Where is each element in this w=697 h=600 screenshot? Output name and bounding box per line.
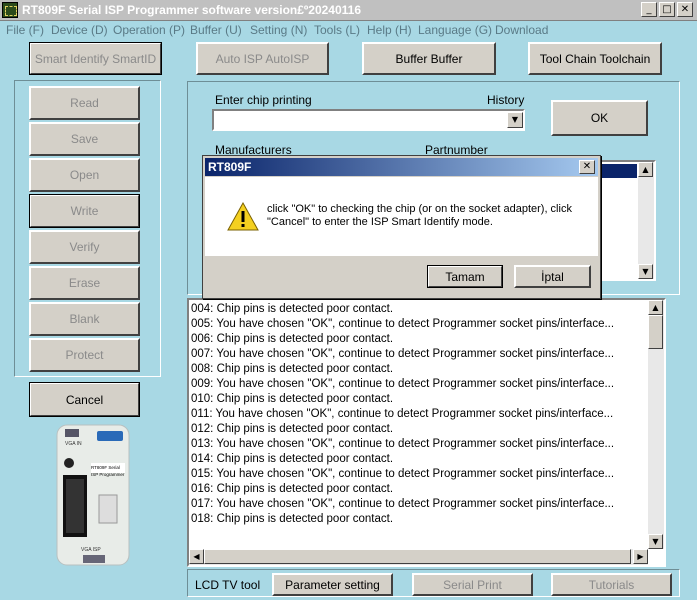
scroll-right-icon[interactable]: ▶ <box>633 549 648 564</box>
history-label: History <box>487 93 525 107</box>
log-line: 009: You have chosen "OK", continue to d… <box>191 378 615 390</box>
log-line: 010: Chip pins is detected poor contact. <box>191 393 394 405</box>
log-output[interactable]: 004: Chip pins is detected poor contact.… <box>187 298 666 567</box>
protect-button[interactable]: Protect <box>29 338 140 372</box>
verify-button[interactable]: Verify <box>29 230 140 264</box>
menu-file[interactable]: File (F) <box>6 23 44 37</box>
dialog-ok-button[interactable]: Tamam <box>427 265 503 288</box>
title-bar: RT809F Serial ISP Programmer software ve… <box>0 0 697 21</box>
scroll-down-icon[interactable]: ▼ <box>648 534 663 549</box>
scroll-up-icon[interactable]: ▲ <box>648 300 663 315</box>
menu-help[interactable]: Help (H) <box>367 23 412 37</box>
lcd-tv-tool-label: LCD TV tool <box>195 578 261 592</box>
log-vertical-scrollbar[interactable]: ▲ ▼ <box>648 300 664 549</box>
log-line: 008: Chip pins is detected poor contact. <box>191 363 394 375</box>
ok-button[interactable]: OK <box>551 100 648 136</box>
write-button[interactable]: Write <box>29 194 140 228</box>
log-line: 015: You have chosen "OK", continue to d… <box>191 468 615 480</box>
dialog-title: RT809F <box>208 160 252 174</box>
window-title: RT809F Serial ISP Programmer software ve… <box>22 3 362 17</box>
menu-setting[interactable]: Setting (N) <box>250 23 307 37</box>
warning-icon <box>227 202 259 231</box>
log-line: 017: You have chosen "OK", continue to d… <box>191 498 615 510</box>
scroll-down-icon[interactable]: ▼ <box>638 264 653 279</box>
tool-chain-button[interactable]: Tool Chain Toolchain <box>528 42 662 75</box>
cancel-button[interactable]: Cancel <box>29 382 140 417</box>
open-button[interactable]: Open <box>29 158 140 192</box>
scroll-left-icon[interactable]: ◀ <box>189 549 204 564</box>
scroll-thumb[interactable] <box>648 315 663 349</box>
log-line: 004: Chip pins is detected poor contact. <box>191 303 394 315</box>
device-model-line2: ISP Programmer <box>91 472 125 477</box>
log-horizontal-scrollbar[interactable]: ◀ ▶ <box>189 549 648 565</box>
device-model-line1: RT809F Serial <box>91 465 120 470</box>
minimize-button[interactable]: _ <box>641 2 657 17</box>
save-button[interactable]: Save <box>29 122 140 156</box>
menu-bar: File (F) Device (D) Operation (P) Buffer… <box>0 21 697 40</box>
read-button[interactable]: Read <box>29 86 140 120</box>
auto-isp-button[interactable]: Auto ISP AutoISP <box>196 42 329 75</box>
log-line: 013: You have chosen "OK", continue to d… <box>191 438 615 450</box>
programmer-device-image: VGA IN RT809F Serial ISP Programmer VGA … <box>53 423 133 571</box>
partnumber-scrollbar[interactable]: ▲ ▼ <box>638 162 654 279</box>
menu-buffer[interactable]: Buffer (U) <box>190 23 242 37</box>
log-line: 011: You have chosen "OK", continue to d… <box>191 408 614 420</box>
dialog-message-area: click "OK" to checking the chip (or on t… <box>205 177 598 256</box>
menu-device[interactable]: Device (D) <box>51 23 108 37</box>
log-line: 014: Chip pins is detected poor contact. <box>191 453 394 465</box>
menu-download[interactable]: Download <box>495 23 548 37</box>
blank-button[interactable]: Blank <box>29 302 140 336</box>
log-line: 005: You have chosen "OK", continue to d… <box>191 318 615 330</box>
log-line: 006: Chip pins is detected poor contact. <box>191 333 394 345</box>
horizontal-scroll-thumb[interactable] <box>204 549 631 564</box>
smart-identify-button[interactable]: Smart Identify SmartID <box>29 42 162 75</box>
close-button[interactable]: ✕ <box>677 2 693 17</box>
dialog-cancel-button[interactable]: İptal <box>514 265 591 288</box>
tutorials-button[interactable]: Tutorials <box>551 573 672 596</box>
log-line: 007: You have chosen "OK", continue to d… <box>191 348 615 360</box>
buffer-button[interactable]: Buffer Buffer <box>362 42 496 75</box>
dialog-title-bar: RT809F ✕ <box>205 158 598 176</box>
chip-printing-input[interactable]: ▼ <box>212 109 525 131</box>
erase-button[interactable]: Erase <box>29 266 140 300</box>
menu-language[interactable]: Language (G) <box>418 23 492 37</box>
log-line: 018: Chip pins is detected poor contact. <box>191 513 394 525</box>
app-icon <box>2 2 18 18</box>
log-line: 012: Chip pins is detected poor contact. <box>191 423 394 435</box>
enter-chip-label: Enter chip printing <box>215 93 312 107</box>
dialog-message: click "OK" to checking the chip (or on t… <box>267 203 572 228</box>
chevron-down-icon[interactable]: ▼ <box>507 112 523 128</box>
log-line: 016: Chip pins is detected poor contact. <box>191 483 394 495</box>
serial-print-button[interactable]: Serial Print <box>412 573 533 596</box>
maximize-button[interactable]: □ <box>659 2 675 17</box>
scroll-up-icon[interactable]: ▲ <box>638 162 653 177</box>
confirm-dialog: RT809F ✕ click "OK" to checking the chip… <box>202 155 601 299</box>
selected-partnumber-item[interactable] <box>597 164 637 178</box>
partnumber-list[interactable]: ▲ ▼ <box>595 160 656 281</box>
menu-tools[interactable]: Tools (L) <box>314 23 360 37</box>
dialog-close-button[interactable]: ✕ <box>579 160 595 174</box>
menu-operation[interactable]: Operation (P) <box>113 23 185 37</box>
device-vga-in-label: VGA IN <box>65 441 82 447</box>
device-vga-isp-label: VGA ISP <box>81 547 101 553</box>
parameter-setting-button[interactable]: Parameter setting <box>272 573 393 596</box>
